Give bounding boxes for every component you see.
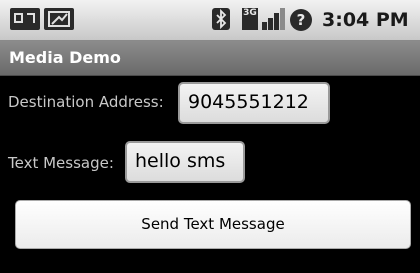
app-title: Media Demo xyxy=(9,48,121,67)
destination-address-label: Destination Address: xyxy=(8,93,164,111)
signal-strength-icon xyxy=(262,8,286,30)
network-3g-icon: 3G xyxy=(242,8,258,30)
notification-icon xyxy=(10,8,40,30)
alert-icon: ? xyxy=(290,9,312,31)
destination-address-input[interactable]: 9045551212 xyxy=(178,82,330,124)
title-bar: Media Demo xyxy=(0,41,420,76)
status-clock: 3:04 PM xyxy=(322,9,409,31)
send-text-message-button[interactable]: Send Text Message xyxy=(15,200,411,249)
text-message-label: Text Message: xyxy=(8,154,114,172)
text-message-input[interactable]: hello sms xyxy=(125,141,245,183)
status-bar: 3G ? 3:04 PM xyxy=(0,0,420,41)
bluetooth-icon xyxy=(212,8,230,30)
missed-call-icon xyxy=(44,8,74,30)
